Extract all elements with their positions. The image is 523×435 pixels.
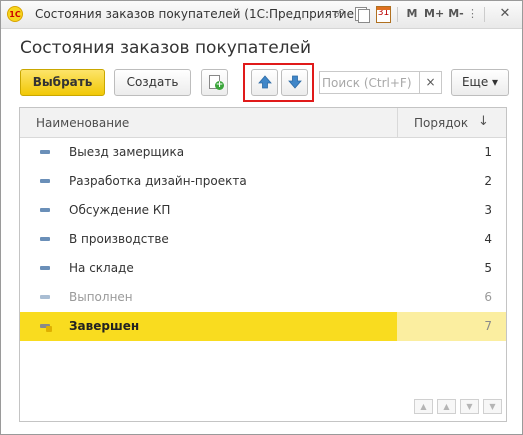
app-window: 1С Состояния заказов покупателей (1С:Пре… (0, 0, 523, 435)
close-icon[interactable]: ✕ (498, 6, 512, 23)
status-item-icon (40, 150, 50, 154)
row-order: 6 (484, 290, 492, 304)
row-name: Завершен (69, 319, 140, 333)
row-order: 1 (484, 145, 492, 159)
row-name: Разработка дизайн-проекта (69, 174, 247, 188)
status-item-icon (40, 208, 50, 212)
move-down-button[interactable] (281, 69, 308, 96)
more-vertical-icon[interactable]: ⋮ (467, 6, 478, 23)
clear-search-button[interactable]: × (419, 72, 441, 93)
title-bar: 1С Состояния заказов покупателей (1С:Пре… (1, 1, 522, 29)
page-title: Состояния заказов покупателей (20, 38, 312, 58)
move-up-button[interactable] (251, 69, 278, 96)
row-name: Выполнен (69, 290, 133, 304)
window-title: Состояния заказов покупателей (1С:Предпр… (35, 7, 359, 21)
row-order: 4 (484, 232, 492, 246)
row-order: 7 (484, 319, 492, 333)
row-order: 3 (484, 203, 492, 217)
column-header-order[interactable]: Порядок (414, 116, 468, 130)
search-input[interactable] (322, 74, 416, 91)
arrow-down-icon (288, 75, 302, 89)
more-button[interactable]: Еще ▾ (451, 69, 509, 96)
row-name: На складе (69, 261, 134, 275)
copy-icon[interactable] (354, 6, 370, 23)
search-box: × (319, 71, 442, 94)
table-row[interactable]: На складе 5 (20, 254, 506, 283)
prev-page-icon[interactable]: ▲ (437, 399, 456, 414)
column-header-name[interactable]: Наименование (36, 116, 129, 130)
create-button[interactable]: Создать (114, 69, 191, 96)
table-row[interactable]: Обсуждение КП 3 (20, 196, 506, 225)
memory-plus-button[interactable]: M+ (424, 6, 444, 23)
row-order: 5 (484, 261, 492, 275)
status-item-icon (40, 324, 52, 332)
row-order: 2 (484, 174, 492, 188)
status-item-icon (40, 237, 50, 241)
calendar-icon[interactable]: 31 (376, 6, 391, 23)
memory-m-button[interactable]: M (404, 6, 420, 23)
next-page-icon[interactable]: ▼ (460, 399, 479, 414)
statuses-table: Наименование Порядок ↓ Выезд замерщика 1… (19, 107, 507, 422)
add-icon: + (215, 80, 224, 90)
memory-minus-button[interactable]: M- (446, 6, 466, 23)
link-icon[interactable]: ☍ (331, 6, 347, 23)
table-header: Наименование Порядок ↓ (20, 108, 506, 138)
status-item-icon (40, 295, 50, 299)
row-name: Обсуждение КП (69, 203, 171, 217)
select-button[interactable]: Выбрать (20, 69, 105, 96)
status-item-icon (40, 179, 50, 183)
arrow-up-icon (258, 75, 272, 89)
status-item-icon (40, 266, 50, 270)
table-row[interactable]: Разработка дизайн-проекта 2 (20, 167, 506, 196)
first-page-icon[interactable]: ▲ (414, 399, 433, 414)
row-name: В производстве (69, 232, 169, 246)
table-row[interactable]: Выезд замерщика 1 (20, 138, 506, 167)
table-row[interactable]: В производстве 4 (20, 225, 506, 254)
sort-descending-icon[interactable]: ↓ (478, 114, 489, 129)
1c-logo-icon: 1С (7, 6, 23, 22)
table-row[interactable]: Выполнен 6 (20, 283, 506, 312)
last-page-icon[interactable]: ▼ (483, 399, 502, 414)
row-name: Выезд замерщика (69, 145, 185, 159)
table-row-selected[interactable]: Завершен 7 (20, 312, 506, 341)
column-divider[interactable] (397, 108, 398, 137)
copy-item-button[interactable]: + (201, 69, 228, 96)
